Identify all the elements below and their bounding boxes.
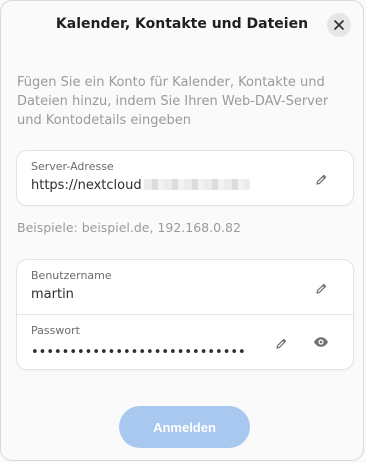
show-password-icon[interactable] bbox=[313, 334, 329, 350]
dialog-description: Fügen Sie ein Konto für Kalender, Kontak… bbox=[17, 75, 329, 128]
username-value: martin bbox=[31, 287, 74, 302]
username-label: Benutzername bbox=[31, 269, 112, 282]
login-button[interactable]: Anmelden bbox=[119, 406, 250, 448]
edit-icon[interactable] bbox=[313, 171, 329, 187]
password-label: Passwort bbox=[31, 324, 80, 337]
edit-icon[interactable] bbox=[313, 280, 329, 296]
dialog-title: Kalender, Kontakte und Dateien bbox=[55, 16, 309, 32]
close-button[interactable] bbox=[327, 13, 351, 37]
password-value: •••••••••••••••••••••••••••• bbox=[31, 345, 246, 360]
password-field[interactable]: Passwort •••••••••••••••••••••••••••• bbox=[17, 314, 353, 369]
server-address-field[interactable]: Server-Adresse https://nextcloud bbox=[17, 151, 353, 205]
credentials-card: Benutzername martin Passwort •••••••••••… bbox=[17, 260, 353, 369]
close-icon bbox=[334, 20, 344, 30]
server-address-label: Server-Adresse bbox=[31, 160, 114, 173]
server-hint: Beispiele: beispiel.de, 192.168.0.82 bbox=[17, 220, 241, 235]
dialog: Kalender, Kontakte und Dateien Fügen Sie… bbox=[0, 0, 364, 461]
server-address-value: https://nextcloud bbox=[31, 178, 250, 193]
username-field[interactable]: Benutzername martin bbox=[17, 260, 353, 314]
redacted-text bbox=[143, 179, 250, 190]
edit-icon[interactable] bbox=[273, 335, 289, 351]
server-card: Server-Adresse https://nextcloud bbox=[17, 151, 353, 205]
